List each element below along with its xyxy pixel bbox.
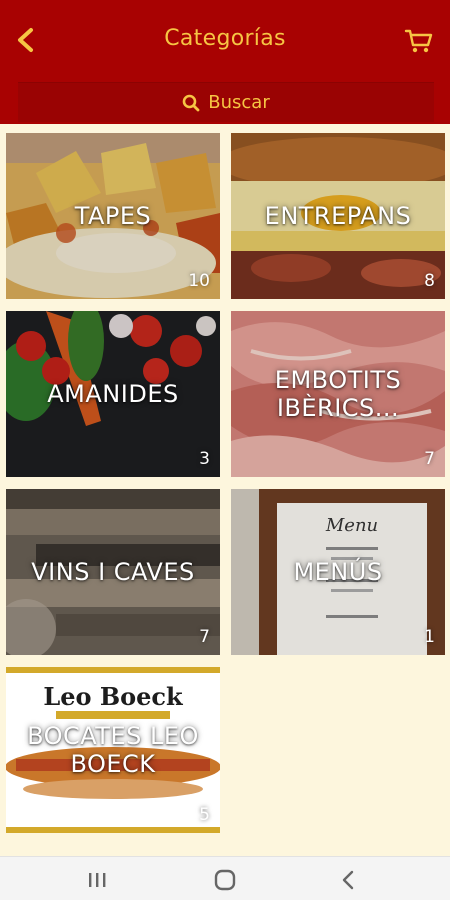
category-count: 7 [424,449,435,469]
search-strip: Buscar [0,82,450,124]
category-count: 10 [188,271,210,291]
category-tile-tapes[interactable]: TAPES 10 [6,133,220,299]
category-tile-menus[interactable]: Menu MENÚS 1 [231,489,445,655]
search-button[interactable]: Buscar [18,82,434,122]
home-icon [214,869,236,891]
category-count: 3 [199,449,210,469]
category-tile-vins-i-caves[interactable]: VINS I CAVES 7 [6,489,220,655]
category-tile-bocates-leo-boeck[interactable]: Leo Boeck BOCATES LEO BOECK 5 [6,667,220,833]
category-count: 1 [424,627,435,647]
leo-boeck-logo: Leo Boeck [43,682,184,711]
category-name: AMANIDES [47,380,179,408]
category-tile-entrepans[interactable]: ENTREPANS 8 [231,133,445,299]
category-name: EMBOTITS IBÈRICS... [274,366,402,422]
recents-icon [89,873,106,887]
page-title: Categorías [164,26,286,51]
system-nav-bar [0,856,450,900]
app-bar: Categorías [0,0,450,82]
system-back-button[interactable] [326,865,370,895]
category-count: 5 [199,805,210,825]
home-button[interactable] [203,865,247,895]
recents-button[interactable] [75,865,119,895]
category-name: TAPES [74,202,152,230]
search-icon [182,94,200,111]
category-name: BOCATES LEO BOECK [27,722,199,778]
category-name: ENTREPANS [264,202,412,230]
search-label: Buscar [208,92,270,113]
shopping-cart-icon [404,29,433,53]
category-count: 8 [424,271,435,291]
cart-button[interactable] [402,24,436,58]
category-tile-amanides[interactable]: AMANIDES 3 [6,311,220,477]
category-name: VINS I CAVES [31,558,195,586]
category-tile-embotits-iberics[interactable]: EMBOTITS IBÈRICS... 7 [231,311,445,477]
category-name: MENÚS [293,558,383,586]
back-icon [342,870,354,890]
category-count: 7 [199,627,210,647]
